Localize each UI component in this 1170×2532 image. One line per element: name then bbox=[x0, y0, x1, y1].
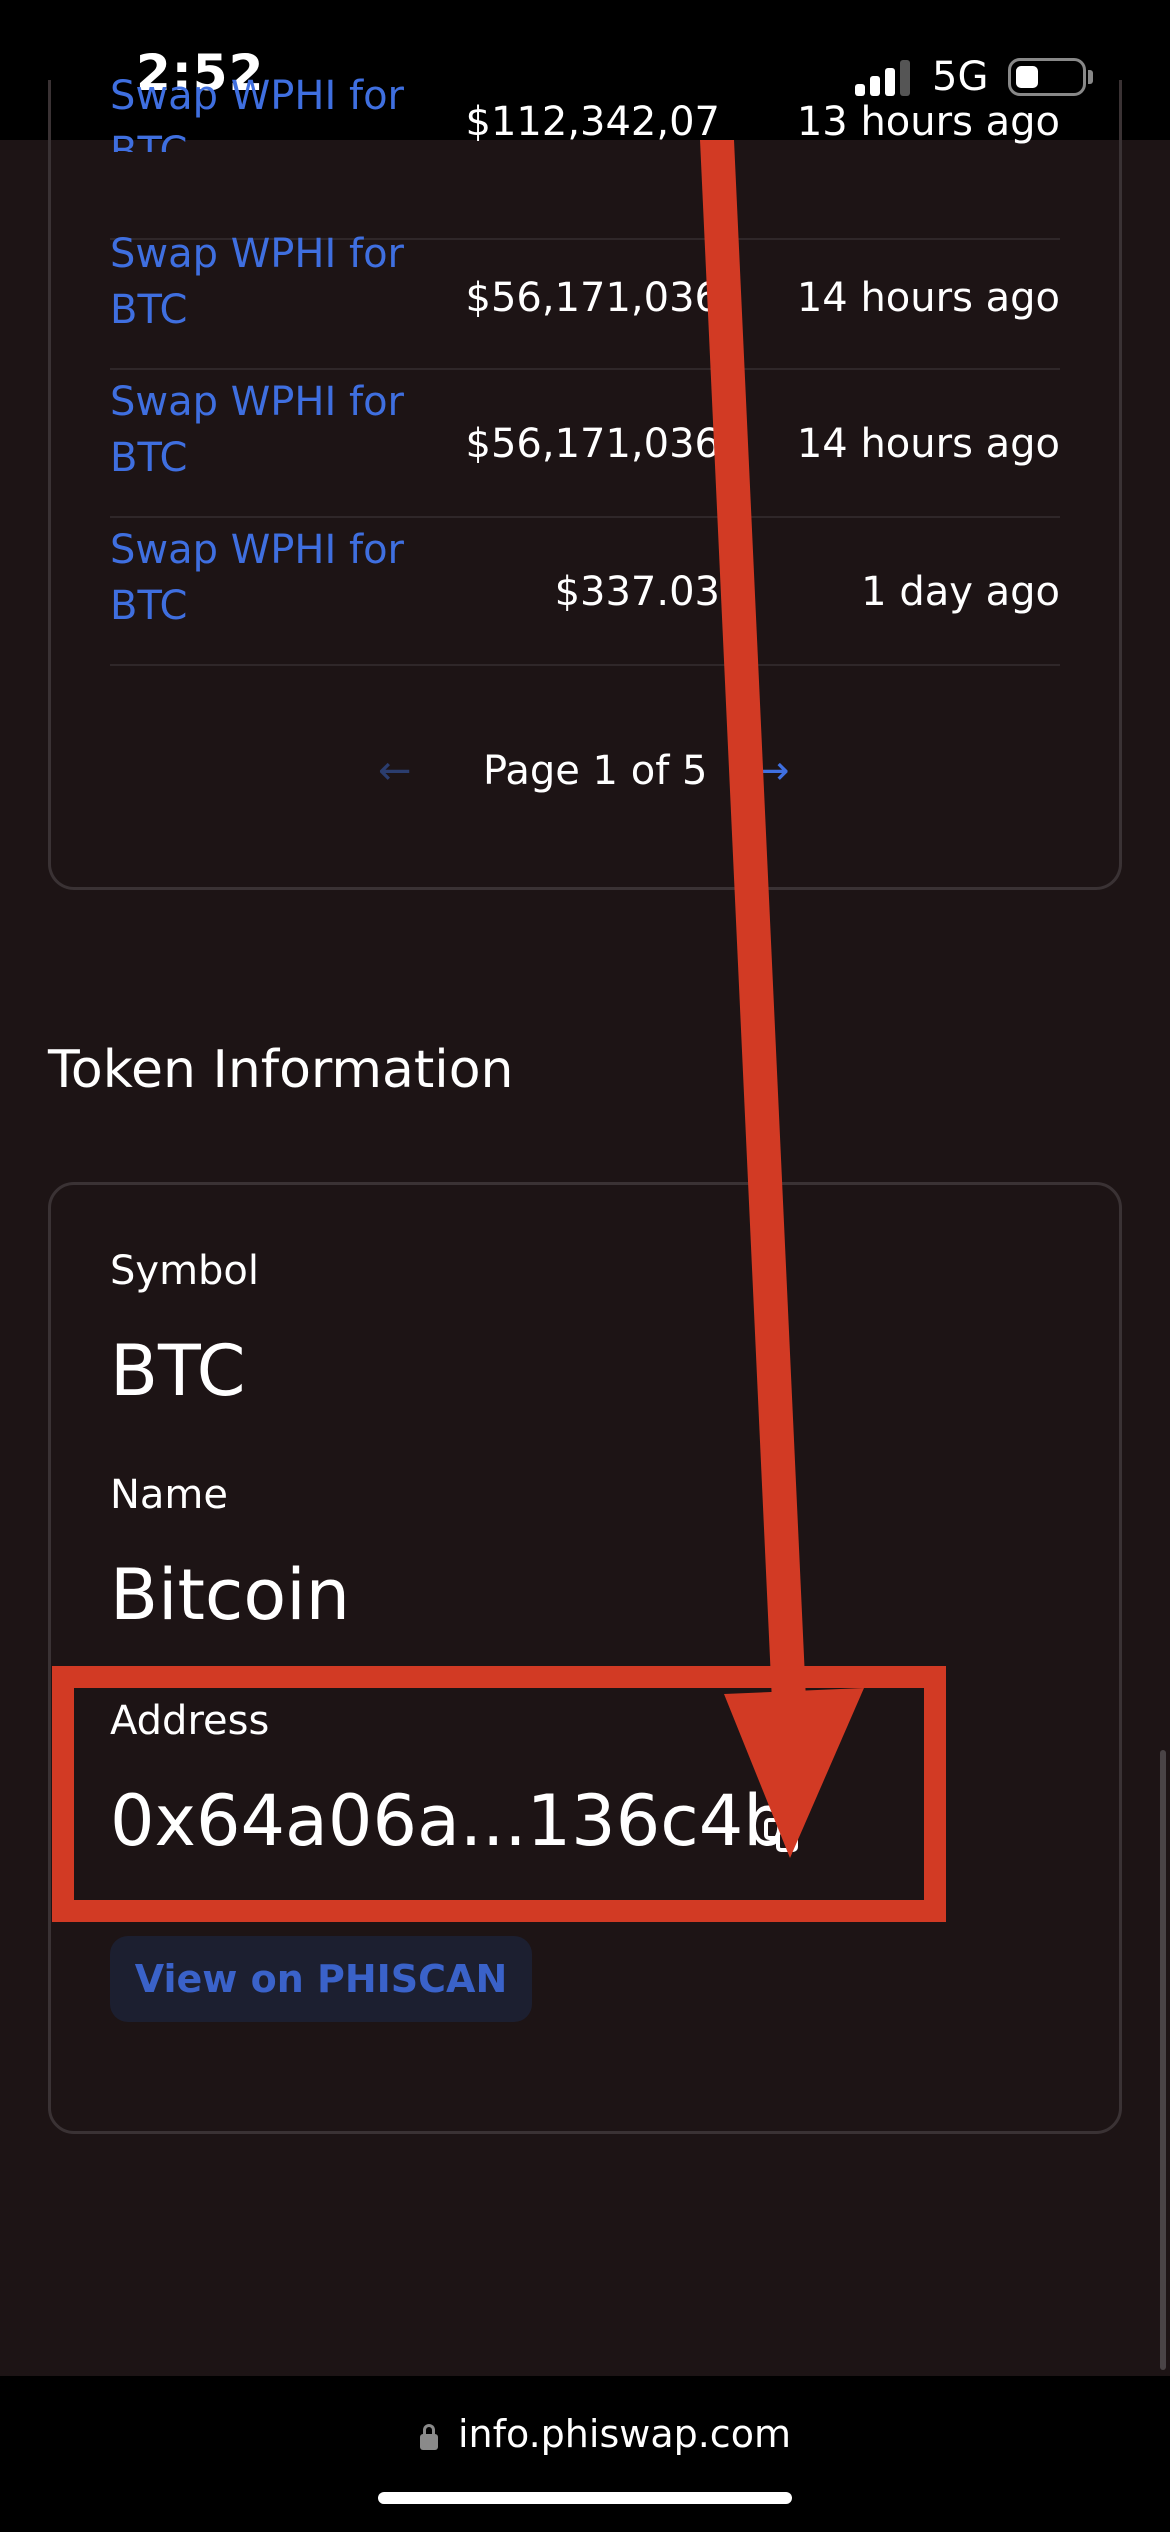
lock-icon bbox=[420, 2424, 438, 2450]
transaction-time: 14 hours ago bbox=[796, 275, 1060, 321]
symbol-label: Symbol bbox=[110, 1248, 260, 1294]
transaction-link[interactable]: Swap WPHI for BTC bbox=[110, 522, 440, 634]
transaction-time: 13 hours ago bbox=[796, 99, 1060, 145]
name-label: Name bbox=[110, 1472, 229, 1518]
transaction-link[interactable]: Swap WPHI for BTC bbox=[110, 374, 440, 486]
section-title: Token Information bbox=[48, 1040, 514, 1100]
table-row[interactable]: Swap WPHI for BTC $56,171,036 14 hours a… bbox=[110, 222, 1060, 370]
next-page-arrow-icon[interactable]: → bbox=[756, 748, 790, 794]
home-indicator[interactable] bbox=[378, 2492, 792, 2504]
prev-page-arrow-icon[interactable]: ← bbox=[378, 748, 412, 794]
table-row[interactable]: Swap WPHI for BTC $56,171,036 14 hours a… bbox=[110, 370, 1060, 518]
transaction-link[interactable]: Swap WPHI for BTC bbox=[110, 68, 440, 152]
symbol-value: BTC bbox=[110, 1330, 246, 1412]
table-row[interactable]: Swap WPHI for BTC $337.03 1 day ago bbox=[110, 518, 1060, 666]
transaction-value: $56,171,036 bbox=[465, 275, 720, 321]
scrollbar[interactable] bbox=[1160, 1750, 1166, 2370]
name-value: Bitcoin bbox=[110, 1554, 351, 1636]
annotation-highlight-box bbox=[52, 1666, 946, 1922]
page-indicator: Page 1 of 5 bbox=[483, 748, 708, 794]
transaction-time: 1 day ago bbox=[861, 569, 1060, 615]
transaction-value: $337.03 bbox=[554, 569, 720, 615]
pagination: ← Page 1 of 5 → bbox=[0, 748, 1170, 808]
url-text[interactable]: info.phiswap.com bbox=[458, 2412, 791, 2456]
transaction-link[interactable]: Swap WPHI for BTC bbox=[110, 226, 440, 338]
transaction-value: $56,171,036 bbox=[465, 421, 720, 467]
table-row[interactable]: Swap WPHI for BTC $112,342,07 13 hours a… bbox=[110, 73, 1060, 240]
view-on-phiscan-button[interactable]: View on PHISCAN bbox=[110, 1936, 532, 2022]
transaction-value: $112,342,07 bbox=[465, 99, 720, 145]
transaction-time: 14 hours ago bbox=[796, 421, 1060, 467]
